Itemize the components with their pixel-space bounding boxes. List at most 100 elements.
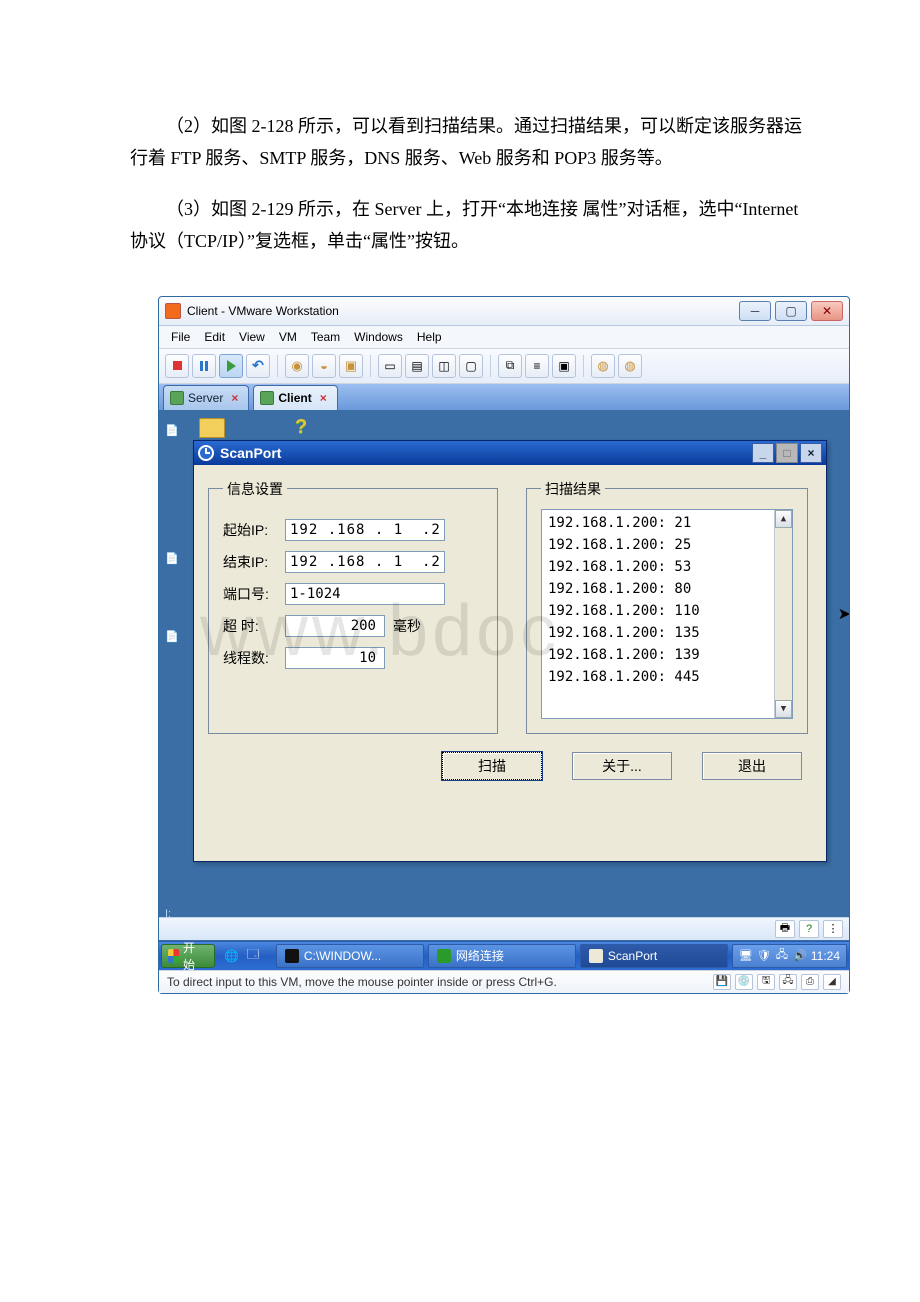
help-icon[interactable]: ? (799, 920, 819, 938)
close-tab-icon[interactable]: × (231, 391, 238, 405)
threads-label: 线程数: (223, 648, 285, 668)
system-tray: 🖥 🛡 🖧 🔊 11:24 (732, 944, 847, 968)
view-summary-button[interactable]: ▤ (405, 354, 429, 378)
quick-switch-button[interactable]: ≡ (525, 354, 549, 378)
doc-paragraph-2: （3）如图 2-129 所示，在 Server 上，打开“本地连接 属性”对话框… (130, 193, 810, 258)
help-icon[interactable]: ? (295, 416, 307, 439)
result-line[interactable]: 192.168.1.200: 135 (548, 622, 768, 644)
scanport-minimize-button[interactable]: _ (752, 443, 774, 463)
help-button-2[interactable]: ◍ (618, 354, 642, 378)
result-scrollbar[interactable]: ▲ ▼ (774, 510, 792, 718)
desktop-show-icon[interactable]: 🗔 (244, 947, 262, 965)
vmware-titlebar: Client - VMware Workstation ─ ▢ ✕ (159, 297, 849, 326)
view-console-button[interactable]: ▭ (378, 354, 402, 378)
stop-icon (173, 361, 182, 370)
device-floppy-icon[interactable]: 🖫 (757, 974, 775, 990)
port-input[interactable] (285, 583, 445, 605)
quick-launch: 🌐 🗔 (223, 947, 262, 965)
close-tab-icon[interactable]: × (320, 391, 327, 405)
info-settings-legend: 信息设置 (223, 479, 287, 499)
menu-view[interactable]: View (239, 330, 265, 344)
statusbar-text: To direct input to this VM, move the mou… (167, 975, 557, 989)
device-usb-icon[interactable]: ⎙ (801, 974, 819, 990)
result-line[interactable]: 192.168.1.200: 445 (548, 666, 768, 688)
minimize-button[interactable]: ─ (739, 301, 771, 321)
snapshot-manage-button[interactable]: ▣ (339, 354, 363, 378)
vm-desktop[interactable]: ? 📄 📄 📄 I:E: ➤ ScanPort _ □ × (159, 410, 849, 970)
tab-label: Server (188, 391, 223, 405)
tab-server[interactable]: Server × (163, 385, 249, 410)
timeout-label: 超 时: (223, 616, 285, 636)
threads-input[interactable] (285, 647, 385, 669)
tray-volume-icon[interactable]: 🔊 (793, 949, 807, 963)
result-line[interactable]: 192.168.1.200: 21 (548, 512, 768, 534)
full-screen-button[interactable]: ▣ (552, 354, 576, 378)
close-button[interactable]: ✕ (811, 301, 843, 321)
help-button-1[interactable]: ◍ (591, 354, 615, 378)
unity-button[interactable]: ⧉ (498, 354, 522, 378)
folder-icon[interactable] (199, 418, 225, 438)
vmware-statusbar: To direct input to this VM, move the mou… (159, 970, 849, 993)
menu-vm[interactable]: VM (279, 330, 297, 344)
menu-team[interactable]: Team (311, 330, 340, 344)
unity-icon: ⧉ (506, 358, 515, 373)
task-scanport[interactable]: ScanPort (580, 944, 728, 968)
view-fullscreen-button[interactable]: ▢ (459, 354, 483, 378)
menu-windows[interactable]: Windows (354, 330, 403, 344)
maximize-button[interactable]: ▢ (775, 301, 807, 321)
cursor-icon: ➤ (838, 604, 849, 624)
menu-edit[interactable]: Edit (204, 330, 225, 344)
device-net-icon[interactable]: 🖧 (779, 974, 797, 990)
summary-icon: ▤ (411, 359, 422, 373)
tray-icon[interactable]: 🖥 (739, 949, 753, 963)
result-line[interactable]: 192.168.1.200: 25 (548, 534, 768, 556)
menu-file[interactable]: File (171, 330, 190, 344)
timeout-input[interactable] (285, 615, 385, 637)
tray-shield-icon[interactable]: 🛡 (757, 949, 771, 963)
globe-icon: ◍ (624, 358, 635, 374)
scroll-down-icon[interactable]: ▼ (775, 700, 792, 718)
result-line[interactable]: 192.168.1.200: 80 (548, 578, 768, 600)
about-button[interactable]: 关于... (572, 752, 672, 780)
tray-network-icon[interactable]: 🖧 (775, 949, 789, 963)
start-ip-input[interactable] (285, 519, 445, 541)
exit-button[interactable]: 退出 (702, 752, 802, 780)
ie-icon[interactable]: 🌐 (223, 947, 241, 965)
menu-icon[interactable]: ⋮ (823, 920, 843, 938)
scanport-title: ScanPort (220, 445, 752, 461)
result-line[interactable]: 192.168.1.200: 110 (548, 600, 768, 622)
scroll-up-icon[interactable]: ▲ (775, 510, 792, 528)
resize-grip-icon[interactable]: ◢ (823, 974, 841, 990)
result-line[interactable]: 192.168.1.200: 53 (548, 556, 768, 578)
result-listbox[interactable]: 192.168.1.200: 21192.168.1.200: 25192.16… (541, 509, 793, 719)
printer-icon[interactable]: 🖶 (775, 920, 795, 938)
desktop-icon[interactable]: 📄 (165, 552, 187, 570)
desktop-icon[interactable]: 📄 (165, 630, 187, 648)
menu-help[interactable]: Help (417, 330, 442, 344)
switch-icon: ≡ (533, 359, 540, 373)
tab-client[interactable]: Client × (253, 385, 337, 410)
snapshot-button[interactable]: ◉ (285, 354, 309, 378)
end-ip-input[interactable] (285, 551, 445, 573)
task-label: ScanPort (608, 949, 657, 963)
doc-paragraph-1: （2）如图 2-128 所示，可以看到扫描结果。通过扫描结果，可以断定该服务器运… (130, 110, 810, 175)
start-button[interactable]: 开始 (161, 944, 215, 968)
scan-button[interactable]: 扫描 (442, 752, 542, 780)
task-network-connections[interactable]: 网络连接 (428, 944, 576, 968)
pause-button[interactable] (192, 354, 216, 378)
play-button[interactable] (219, 354, 243, 378)
reset-button[interactable]: ↶ (246, 354, 270, 378)
view-appliance-button[interactable]: ◫ (432, 354, 456, 378)
vmware-window: Client - VMware Workstation ─ ▢ ✕ File E… (158, 296, 850, 994)
task-cmd[interactable]: C:\WINDOW... (276, 944, 424, 968)
result-line[interactable]: 192.168.1.200: 139 (548, 644, 768, 666)
vmware-window-title: Client - VMware Workstation (187, 304, 739, 318)
snapshot-revert-button[interactable]: ◒ (312, 354, 336, 378)
vmware-toolbar: ↶ ◉ ◒ ▣ ▭ ▤ ◫ ▢ ⧉ ≡ ▣ ◍ ◍ (159, 349, 849, 384)
scanport-close-button[interactable]: × (800, 443, 822, 463)
device-cd-icon[interactable]: 💿 (735, 974, 753, 990)
desktop-icon[interactable]: 📄 (165, 424, 187, 442)
device-hdd-icon[interactable]: 💾 (713, 974, 731, 990)
timeout-unit: 毫秒 (393, 616, 421, 636)
power-off-button[interactable] (165, 354, 189, 378)
